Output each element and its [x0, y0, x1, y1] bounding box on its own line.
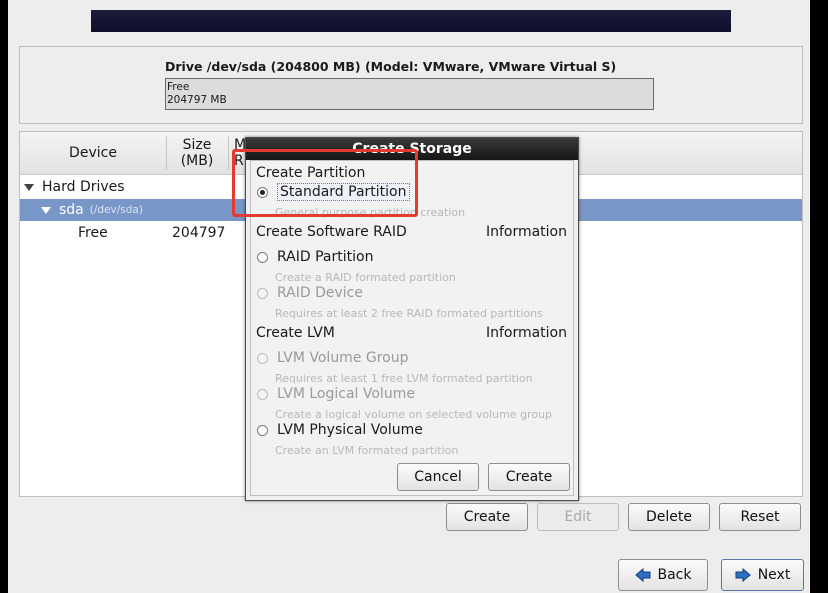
radio-lvm-physical-volume[interactable]: LVM Physical Volume: [257, 422, 423, 438]
option-label: LVM Physical Volume: [277, 422, 423, 438]
edit-button[interactable]: Edit: [537, 503, 619, 531]
option-description: Create a RAID formated partition: [275, 271, 456, 284]
raid-information-label: Information: [485, 224, 567, 240]
delete-button[interactable]: Delete: [628, 503, 710, 531]
section-create-raid: Create Software RAID: [256, 224, 407, 240]
section-create-lvm: Create LVM: [256, 325, 335, 341]
radio-icon[interactable]: [257, 352, 268, 364]
tree-row-label: sda: [59, 202, 84, 218]
col-size[interactable]: Size (MB): [166, 132, 228, 174]
radio-raid-device[interactable]: RAID Device: [257, 285, 363, 301]
radio-icon[interactable]: [257, 251, 268, 263]
radio-raid-partition[interactable]: RAID Partition: [257, 249, 373, 265]
triangle-down-icon[interactable]: [41, 206, 51, 214]
option-description: Create a logical volume on selected volu…: [275, 408, 553, 421]
option-label: LVM Volume Group: [277, 350, 409, 366]
option-description: Requires at least 1 free LVM formated pa…: [275, 372, 533, 385]
option-description: Create an LVM formated partition: [275, 444, 459, 457]
triangle-down-icon[interactable]: [24, 183, 34, 191]
dialog-create-button[interactable]: Create: [488, 463, 570, 491]
installer-banner: [91, 10, 731, 32]
radio-icon[interactable]: [257, 424, 268, 436]
option-description: Requires at least 2 free RAID formated p…: [275, 307, 543, 320]
tree-row-label: Hard Drives: [42, 179, 125, 195]
drive-free-label: Free: [167, 81, 190, 93]
drive-free-segment[interactable]: Free 204797 MB: [165, 78, 654, 110]
radio-lvm-logical-volume[interactable]: LVM Logical Volume: [257, 386, 415, 402]
back-label: Back: [657, 567, 692, 583]
option-label: RAID Partition: [277, 249, 374, 265]
next-button[interactable]: Next: [721, 559, 804, 591]
tree-row-label: Free: [78, 225, 108, 241]
col-separator: [228, 136, 229, 170]
col-size-label: Size: [182, 137, 212, 153]
radio-lvm-volume-group[interactable]: LVM Volume Group: [257, 350, 409, 366]
drive-title: Drive /dev/sda (204800 MB) (Model: VMwar…: [165, 59, 617, 74]
right-arrow-icon: [735, 568, 751, 582]
next-label: Next: [757, 567, 791, 583]
create-button[interactable]: Create: [446, 503, 528, 531]
reset-button[interactable]: Reset: [719, 503, 801, 531]
option-label: LVM Logical Volume: [277, 386, 415, 402]
left-arrow-icon: [634, 568, 650, 582]
radio-icon[interactable]: [257, 287, 268, 299]
lvm-information-label: Information: [485, 325, 567, 341]
col-device[interactable]: Device: [20, 132, 166, 174]
highlight-box: [232, 149, 418, 217]
back-button[interactable]: Back: [618, 559, 708, 591]
col-device-label: Device: [69, 145, 117, 161]
drive-free-size: 204797 MB: [167, 94, 227, 106]
radio-icon[interactable]: [257, 388, 268, 400]
col-size-unit: (MB): [180, 153, 214, 169]
dialog-cancel-button[interactable]: Cancel: [397, 463, 479, 491]
option-label: RAID Device: [277, 285, 363, 301]
tree-row-size: 204797: [172, 225, 226, 241]
tree-row-path: (/dev/sda): [89, 204, 143, 216]
